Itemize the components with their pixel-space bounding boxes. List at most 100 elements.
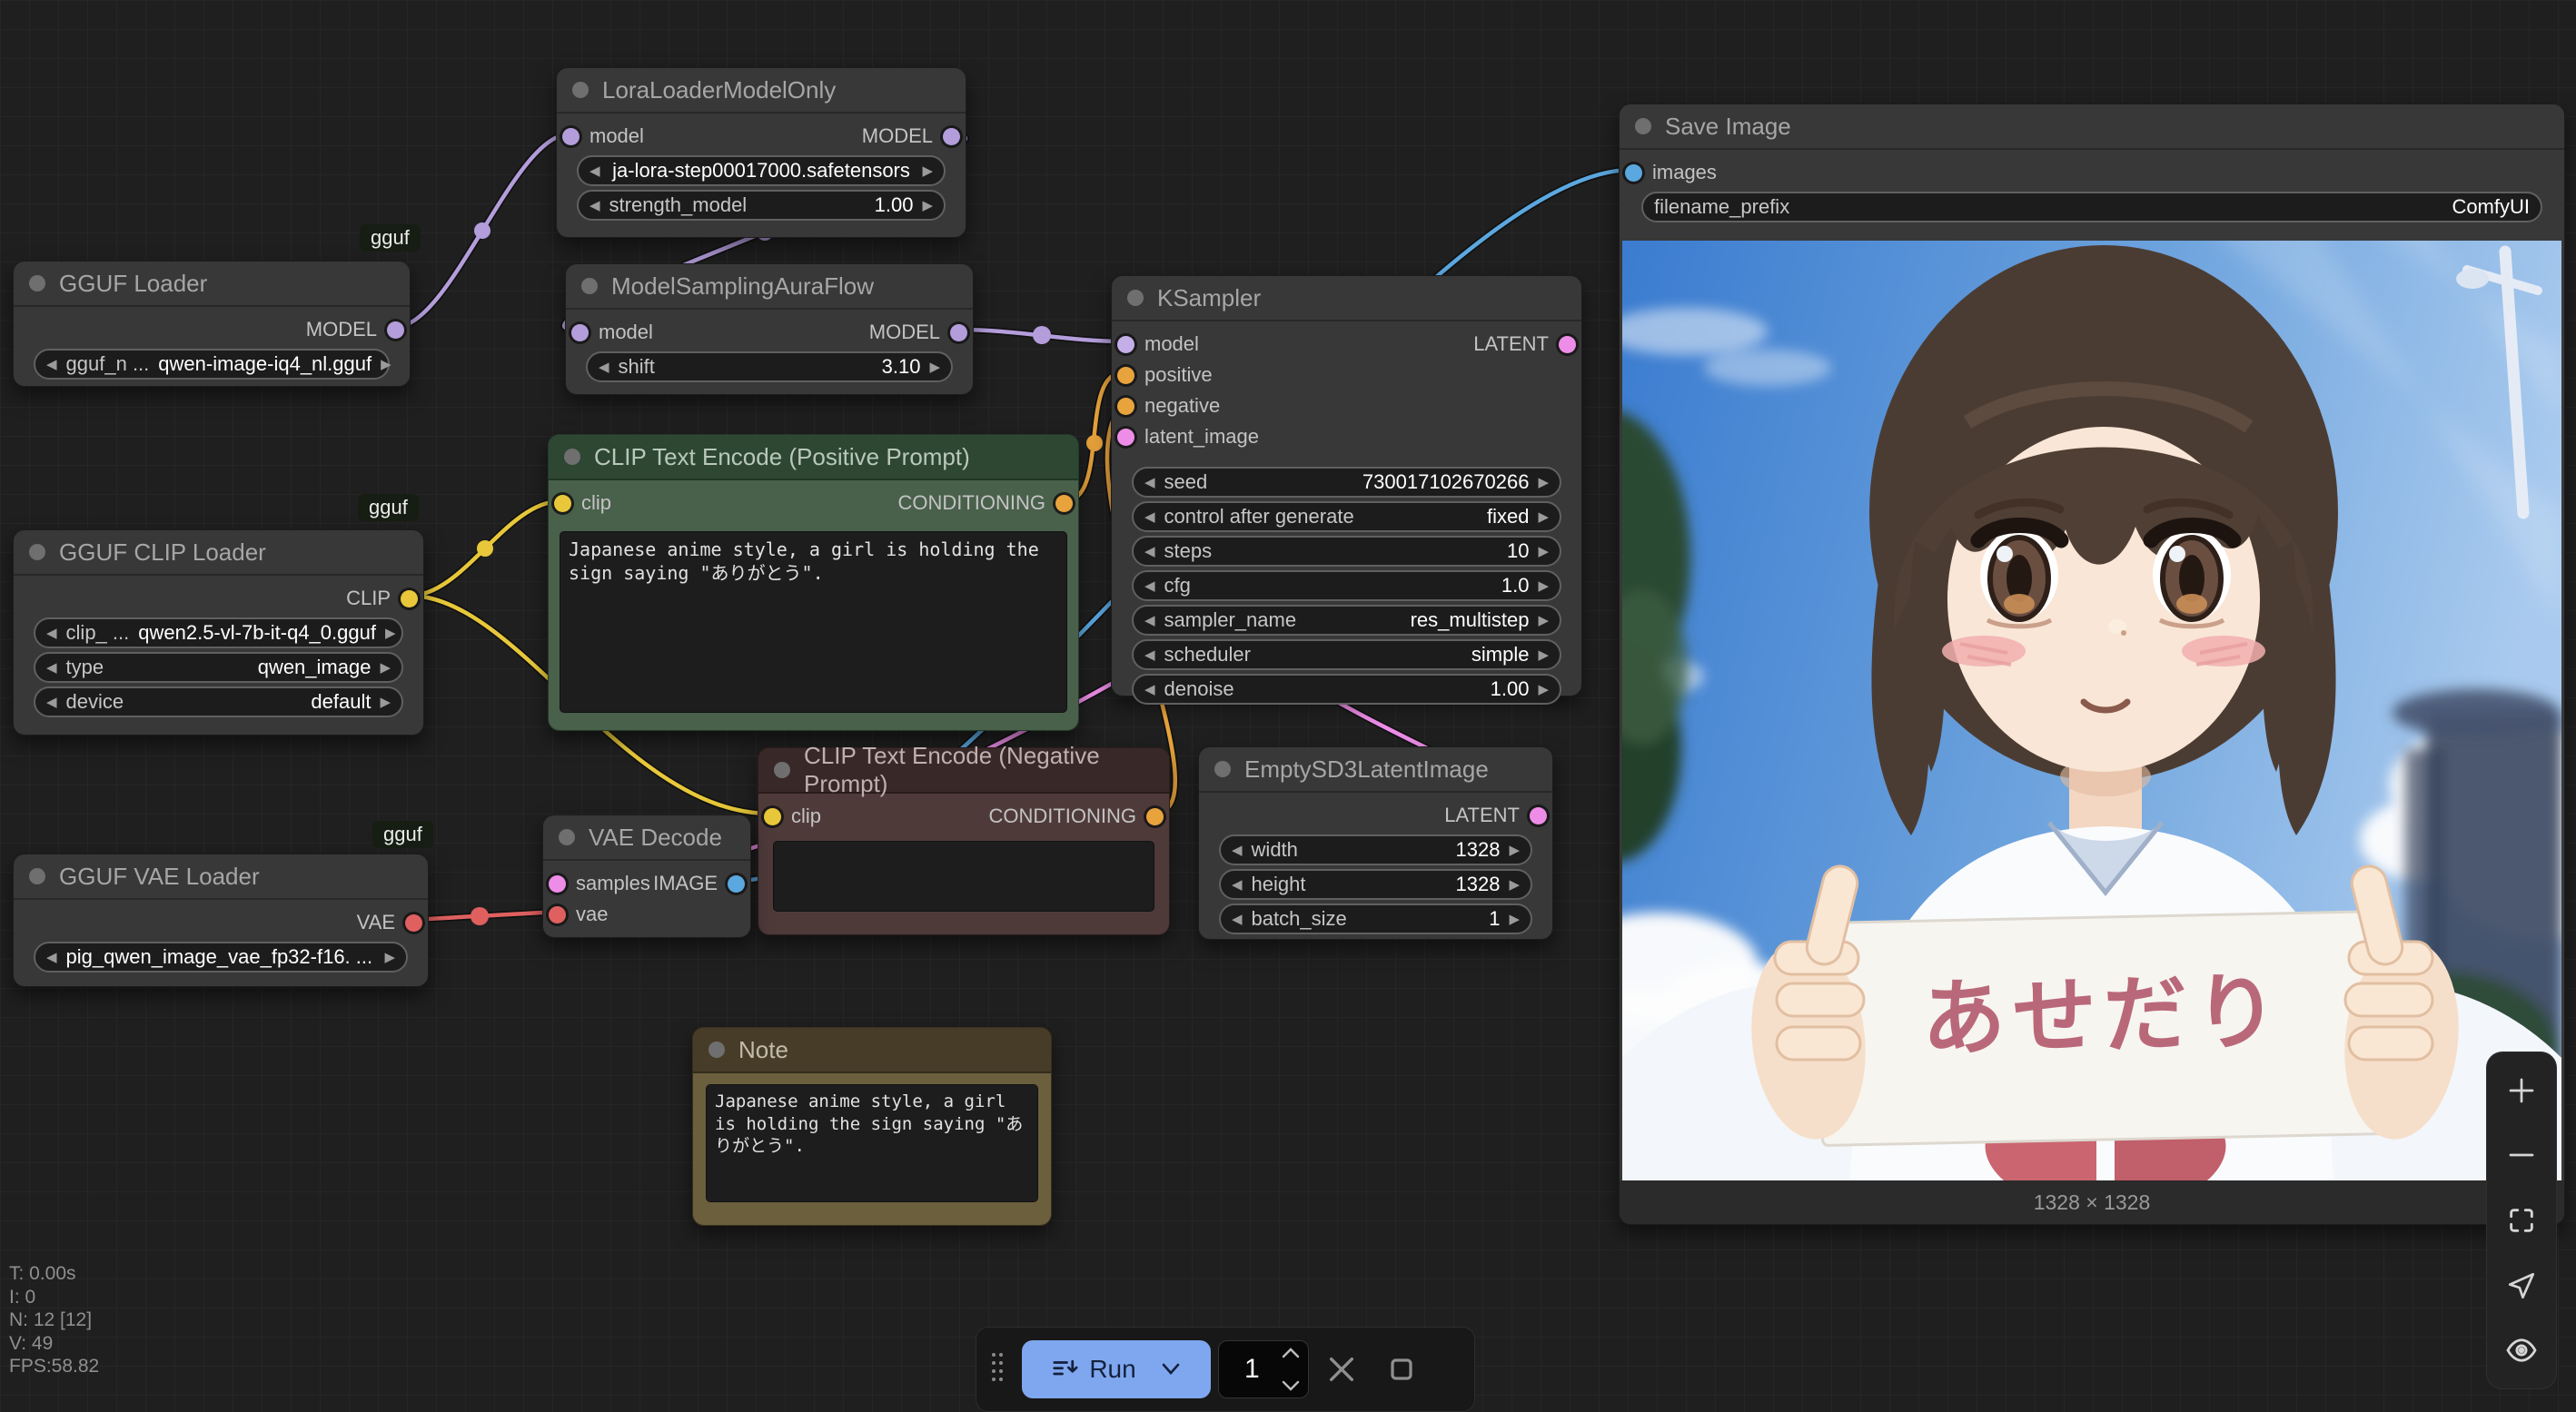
- decrement-arrow[interactable]: ◀: [1144, 681, 1155, 697]
- increment-arrow[interactable]: ▶: [381, 356, 391, 372]
- positive-input-port[interactable]: [1117, 367, 1134, 384]
- filename-prefix-widget[interactable]: filename_prefix ComfyUI: [1641, 192, 2542, 222]
- decrement-arrow[interactable]: ◀: [1144, 474, 1155, 490]
- latent-output-port[interactable]: [1559, 336, 1576, 353]
- clear-queue-button[interactable]: [1309, 1340, 1374, 1398]
- node-model-sampling[interactable]: ModelSamplingAuraFlow model MODEL ◀ shif…: [565, 263, 974, 395]
- toggle-link-visibility-button[interactable]: [2488, 1318, 2555, 1382]
- node-save-image[interactable]: Save Image images filename_prefix ComfyU…: [1619, 104, 2565, 1225]
- comfyui-canvas[interactable]: { "stats": {"lines": ["T: 0.00s", "I: 0"…: [0, 0, 2576, 1395]
- stop-button[interactable]: [1374, 1340, 1429, 1398]
- increment-arrow[interactable]: ▶: [1538, 578, 1549, 594]
- batch-size-widget[interactable]: ◀ batch_size 1 ▶: [1219, 903, 1532, 934]
- decrement-count-icon[interactable]: [1281, 1379, 1301, 1392]
- node-gguf-clip-loader[interactable]: GGUF CLIP Loader CLIP ◀ clip_ ... qwen2.…: [13, 529, 424, 736]
- decrement-arrow[interactable]: ◀: [1232, 876, 1243, 893]
- increment-arrow[interactable]: ▶: [1538, 474, 1549, 490]
- increment-arrow[interactable]: ▶: [1538, 612, 1549, 628]
- images-input-port[interactable]: [1625, 164, 1642, 182]
- node-ksampler[interactable]: KSampler model LATENT positive negative …: [1111, 275, 1582, 696]
- unet-name-widget[interactable]: ◀ gguf_n ... qwen-image-iq4_nl.gguf ▶: [34, 349, 390, 380]
- node-gguf-loader[interactable]: GGUF Loader MODEL ◀ gguf_n ... qwen-imag…: [13, 261, 411, 387]
- type-widget[interactable]: ◀ type qwen_image ▶: [34, 652, 403, 683]
- model-input-port[interactable]: [562, 128, 580, 145]
- increment-arrow[interactable]: ▶: [922, 197, 933, 213]
- decrement-arrow[interactable]: ◀: [1144, 647, 1155, 663]
- collapse-dot[interactable]: [774, 762, 790, 778]
- increment-arrow[interactable]: ▶: [922, 163, 933, 179]
- clip-name-widget[interactable]: ◀ clip_ ... qwen2.5-vl-7b-it-q4_0.gguf ▶: [34, 617, 403, 648]
- clip-input-port[interactable]: [764, 808, 781, 825]
- decrement-arrow[interactable]: ◀: [1144, 578, 1155, 594]
- run-options-chevron-icon[interactable]: [1160, 1362, 1182, 1377]
- clip-input-port[interactable]: [554, 495, 571, 512]
- run-button[interactable]: Run: [1022, 1340, 1211, 1398]
- increment-arrow[interactable]: ▶: [380, 659, 391, 676]
- control-after-generate-widget[interactable]: ◀ control after generate fixed ▶: [1132, 501, 1561, 532]
- height-widget[interactable]: ◀ height 1328 ▶: [1219, 869, 1532, 900]
- negative-input-port[interactable]: [1117, 398, 1134, 415]
- decrement-arrow[interactable]: ◀: [46, 625, 57, 641]
- collapse-dot[interactable]: [1214, 761, 1231, 777]
- increment-arrow[interactable]: ▶: [1509, 842, 1520, 858]
- fit-view-button[interactable]: [2488, 1189, 2555, 1252]
- conditioning-output-port[interactable]: [1146, 808, 1164, 825]
- decrement-arrow[interactable]: ◀: [46, 694, 57, 710]
- vae-output-port[interactable]: [405, 914, 422, 932]
- zoom-in-button[interactable]: [2488, 1059, 2555, 1122]
- note-textarea[interactable]: Japanese anime style, a girl is holding …: [706, 1084, 1038, 1202]
- device-widget[interactable]: ◀ device default ▶: [34, 686, 403, 717]
- batch-count-stepper[interactable]: 1: [1218, 1340, 1309, 1398]
- samples-input-port[interactable]: [549, 875, 566, 893]
- conditioning-output-port[interactable]: [1055, 495, 1073, 512]
- lora-name-widget[interactable]: ◀ ja-lora-step00017000.safetensors ▶: [577, 155, 946, 186]
- decrement-arrow[interactable]: ◀: [1144, 543, 1155, 559]
- increment-arrow[interactable]: ▶: [1538, 543, 1549, 559]
- increment-arrow[interactable]: ▶: [1538, 681, 1549, 697]
- node-vae-decode[interactable]: VAE Decode samples IMAGE vae: [542, 815, 751, 938]
- decrement-arrow[interactable]: ◀: [1232, 842, 1243, 858]
- width-widget[interactable]: ◀ width 1328 ▶: [1219, 834, 1532, 865]
- strength-model-widget[interactable]: ◀ strength_model 1.00 ▶: [577, 190, 946, 221]
- vae-name-widget[interactable]: ◀ pig_qwen_image_vae_fp32-f16. ... ▶: [34, 942, 408, 973]
- increment-arrow[interactable]: ▶: [380, 694, 391, 710]
- collapse-dot[interactable]: [572, 82, 589, 98]
- collapse-dot[interactable]: [581, 278, 598, 294]
- collapse-dot[interactable]: [1127, 290, 1144, 306]
- increment-count-icon[interactable]: [1281, 1347, 1301, 1359]
- decrement-arrow[interactable]: ◀: [46, 949, 57, 965]
- cfg-widget[interactable]: ◀ cfg 1.0 ▶: [1132, 570, 1561, 601]
- increment-arrow[interactable]: ▶: [1538, 509, 1549, 525]
- node-clip-text-encode-positive[interactable]: CLIP Text Encode (Positive Prompt) clip …: [548, 434, 1079, 731]
- image-output-port[interactable]: [728, 875, 745, 893]
- collapse-dot[interactable]: [29, 544, 45, 560]
- increment-arrow[interactable]: ▶: [1538, 647, 1549, 663]
- increment-arrow[interactable]: ▶: [385, 625, 396, 641]
- decrement-arrow[interactable]: ◀: [1232, 911, 1243, 927]
- decrement-arrow[interactable]: ◀: [590, 197, 600, 213]
- node-empty-sd3-latent[interactable]: EmptySD3LatentImage LATENT ◀ width 1328 …: [1198, 746, 1553, 940]
- model-input-port[interactable]: [1117, 336, 1134, 353]
- collapse-dot[interactable]: [708, 1042, 725, 1058]
- denoise-widget[interactable]: ◀ denoise 1.00 ▶: [1132, 674, 1561, 705]
- collapse-dot[interactable]: [564, 449, 580, 465]
- decrement-arrow[interactable]: ◀: [1144, 509, 1155, 525]
- model-output-port[interactable]: [387, 321, 404, 339]
- increment-arrow[interactable]: ▶: [1509, 911, 1520, 927]
- model-output-port[interactable]: [943, 128, 960, 145]
- increment-arrow[interactable]: ▶: [1509, 876, 1520, 893]
- collapse-dot[interactable]: [29, 868, 45, 884]
- decrement-arrow[interactable]: ◀: [599, 359, 609, 375]
- node-note[interactable]: Note Japanese anime style, a girl is hol…: [692, 1027, 1052, 1226]
- select-mode-button[interactable]: [2488, 1254, 2555, 1318]
- scheduler-widget[interactable]: ◀ scheduler simple ▶: [1132, 639, 1561, 670]
- steps-widget[interactable]: ◀ steps 10 ▶: [1132, 536, 1561, 567]
- model-output-port[interactable]: [950, 324, 967, 341]
- drag-handle[interactable]: [984, 1353, 1015, 1386]
- decrement-arrow[interactable]: ◀: [1144, 612, 1155, 628]
- increment-arrow[interactable]: ▶: [384, 949, 395, 965]
- positive-prompt-textarea[interactable]: Japanese anime style, a girl is holding …: [560, 531, 1067, 713]
- node-clip-text-encode-negative[interactable]: CLIP Text Encode (Negative Prompt) clip …: [758, 747, 1170, 935]
- decrement-arrow[interactable]: ◀: [46, 356, 57, 372]
- collapse-dot[interactable]: [559, 829, 575, 845]
